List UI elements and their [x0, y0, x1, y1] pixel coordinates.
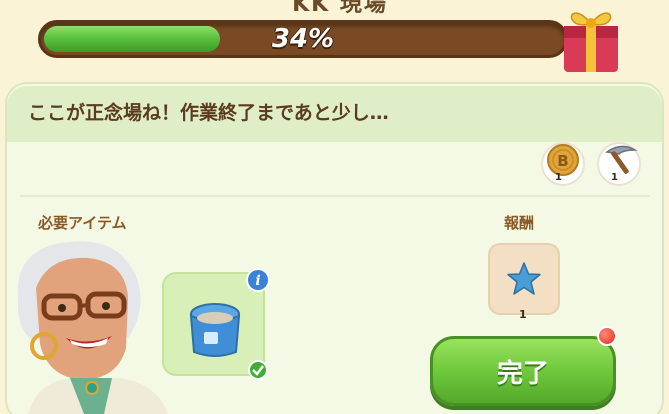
pickaxe-icon — [605, 145, 638, 174]
character-portrait — [17, 241, 168, 414]
blue-container-icon — [189, 303, 241, 357]
complete-button[interactable]: 完了 — [430, 336, 616, 406]
complete-button-label: 完了 — [496, 358, 549, 389]
quest-message: ここが正念場ね！作業終了まであと少し… — [28, 102, 389, 124]
reward-slot — [488, 243, 560, 315]
info-icon[interactable]: i — [246, 268, 270, 292]
gift-box-icon[interactable] — [560, 0, 622, 74]
b-coin-icon: B — [547, 144, 579, 176]
svg-text:i: i — [255, 273, 260, 289]
reward-count: 1 — [519, 308, 527, 321]
reward-label: 報酬 — [504, 214, 535, 232]
page-title: KK 現場 — [270, 0, 410, 17]
pickaxe-count: 1 — [611, 172, 618, 183]
divider — [20, 195, 650, 197]
blue-star-icon — [507, 262, 541, 295]
notification-dot — [597, 326, 617, 346]
coin-count: 1 — [555, 172, 562, 183]
check-icon — [248, 360, 268, 380]
progress-bar: 34% — [38, 20, 568, 58]
pickaxe-chip — [597, 142, 641, 186]
coin-chip: B — [541, 142, 585, 186]
svg-text:B: B — [557, 152, 568, 170]
progress-label: 34% — [271, 24, 335, 54]
